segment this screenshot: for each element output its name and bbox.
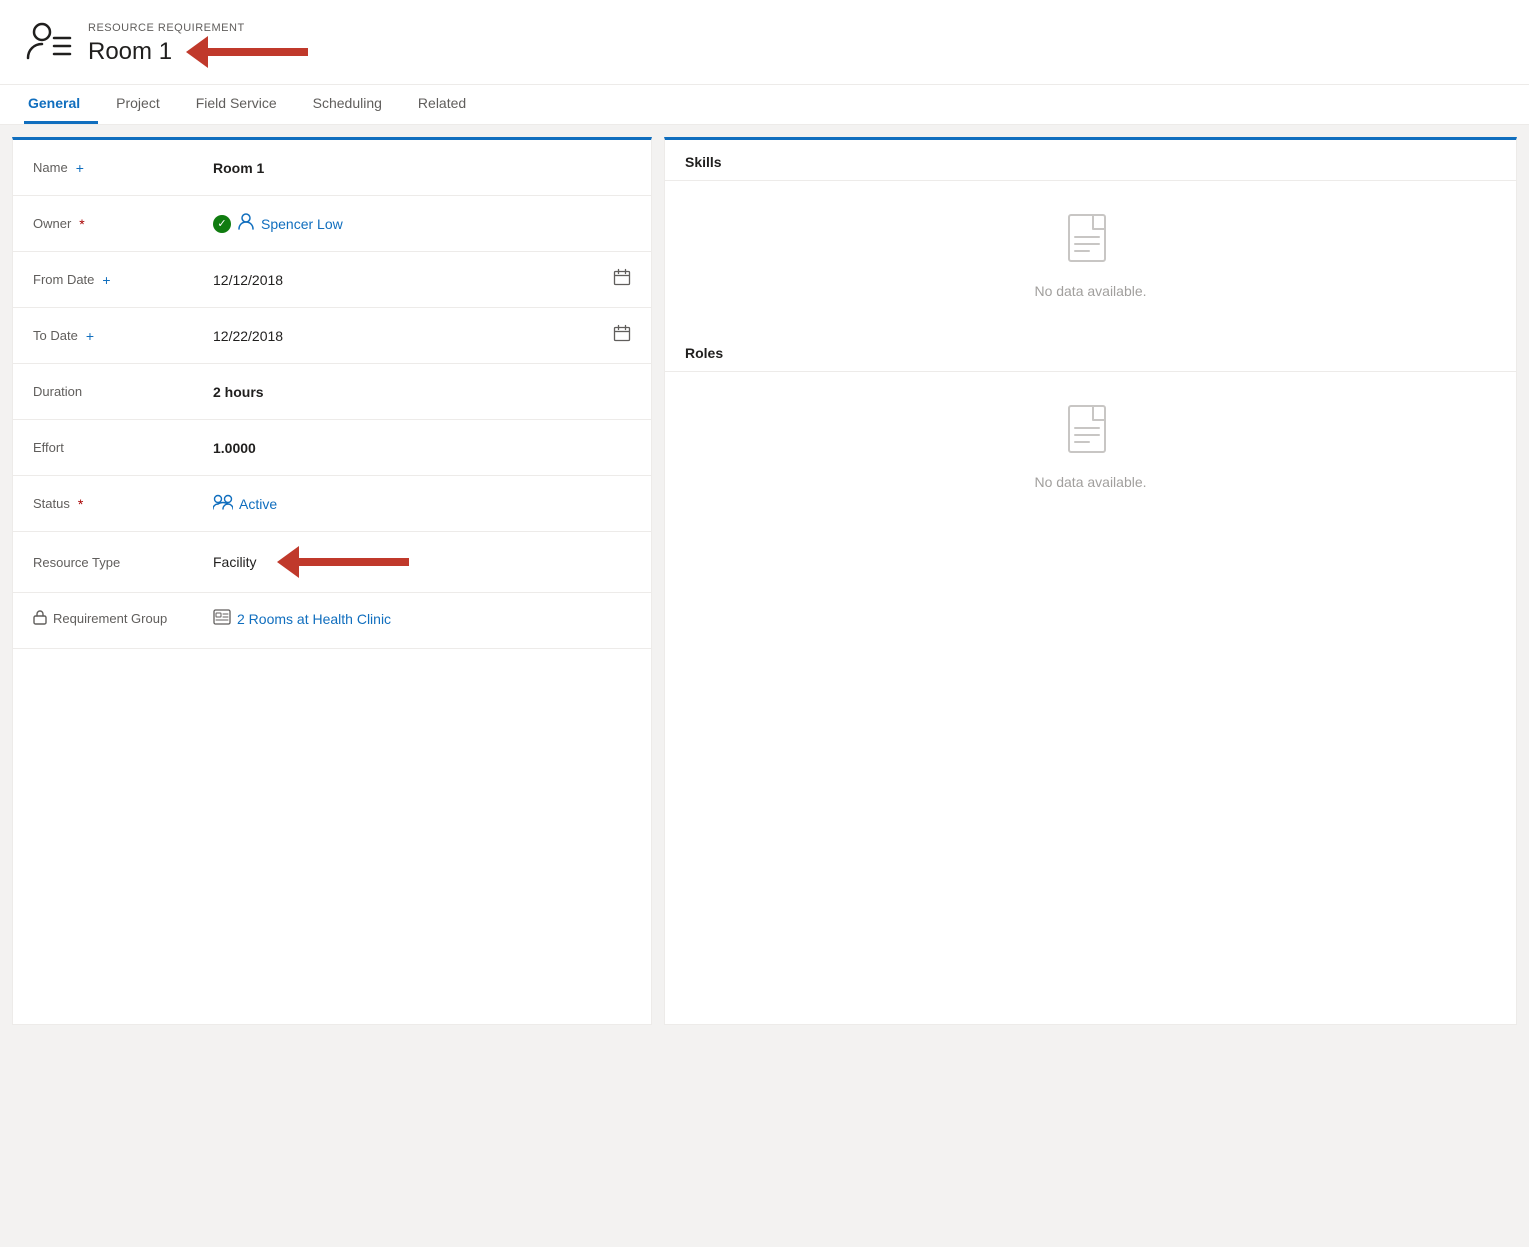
effort-value[interactable]: 1.0000 — [213, 440, 631, 456]
from-date-label: From Date + — [33, 272, 213, 288]
requirement-group-icon — [213, 609, 231, 628]
owner-value[interactable]: ✓ Spencer Low — [213, 212, 631, 235]
to-date-required-indicator: + — [86, 328, 94, 344]
entity-icon — [24, 18, 72, 72]
to-date-field-row: To Date + 12/22/2018 — [13, 308, 651, 364]
owner-label: Owner * — [33, 216, 213, 232]
from-date-required-indicator: + — [102, 272, 110, 288]
resource-type-field-row: Resource Type Facility — [13, 532, 651, 593]
owner-check-icon: ✓ — [213, 215, 231, 233]
tab-field-service[interactable]: Field Service — [192, 85, 295, 124]
effort-field-row: Effort 1.0000 — [13, 420, 651, 476]
status-group-icon — [213, 492, 233, 515]
arrow-head-left — [186, 36, 208, 68]
resource-type-arrow — [277, 546, 409, 578]
status-value[interactable]: Active — [213, 492, 631, 515]
skills-roles-panel: Skills No data available. Roles — [664, 137, 1517, 1025]
from-date-value[interactable]: 12/12/2018 — [213, 268, 631, 291]
duration-label: Duration — [33, 384, 213, 399]
resource-type-value[interactable]: Facility — [213, 546, 631, 578]
skills-section-header: Skills — [665, 140, 1516, 181]
arrow-point — [277, 546, 299, 578]
tab-navigation: General Project Field Service Scheduling… — [0, 85, 1529, 125]
skills-no-data-text: No data available. — [1034, 283, 1146, 299]
from-date-calendar-icon[interactable] — [613, 268, 631, 291]
to-date-calendar-icon[interactable] — [613, 324, 631, 347]
tab-general[interactable]: General — [24, 85, 98, 124]
form-panel: Name + Room 1 Owner * ✓ Spencer Low — [12, 137, 652, 1025]
status-label: Status * — [33, 496, 213, 512]
roles-doc-icon — [1065, 404, 1117, 464]
roles-no-data-text: No data available. — [1034, 474, 1146, 490]
lock-icon — [33, 609, 47, 628]
owner-required-indicator: * — [79, 216, 84, 232]
owner-field-row: Owner * ✓ Spencer Low — [13, 196, 651, 252]
status-field-row: Status * Active — [13, 476, 651, 532]
tab-related[interactable]: Related — [414, 85, 484, 124]
requirement-group-label: Requirement Group — [33, 609, 213, 628]
main-content: Name + Room 1 Owner * ✓ Spencer Low — [0, 125, 1529, 1025]
title-arrow-annotation — [186, 36, 308, 68]
requirement-group-value[interactable]: 2 Rooms at Health Clinic — [213, 609, 631, 628]
roles-section-header: Roles — [665, 331, 1516, 372]
resource-type-label: Resource Type — [33, 555, 213, 570]
duration-field-row: Duration 2 hours — [13, 364, 651, 420]
entity-type-label: RESOURCE REQUIREMENT — [88, 22, 308, 34]
effort-label: Effort — [33, 440, 213, 455]
name-field-row: Name + Room 1 — [13, 140, 651, 196]
name-required-indicator: + — [76, 160, 84, 176]
to-date-value[interactable]: 12/22/2018 — [213, 324, 631, 347]
requirement-group-field-row: Requirement Group 2 Rooms at Health Clin… — [13, 593, 651, 649]
skills-doc-icon — [1065, 213, 1117, 273]
tab-project[interactable]: Project — [112, 85, 178, 124]
name-label: Name + — [33, 160, 213, 176]
skills-no-data-section: No data available. — [665, 181, 1516, 331]
header-text-block: RESOURCE REQUIREMENT Room 1 — [88, 22, 308, 68]
from-date-field-row: From Date + 12/12/2018 — [13, 252, 651, 308]
tab-scheduling[interactable]: Scheduling — [309, 85, 400, 124]
page-title: Room 1 — [88, 38, 172, 66]
owner-person-icon — [237, 212, 255, 235]
to-date-label: To Date + — [33, 328, 213, 344]
duration-value[interactable]: 2 hours — [213, 384, 631, 400]
roles-no-data-section: No data available. — [665, 372, 1516, 522]
name-value[interactable]: Room 1 — [213, 160, 631, 176]
arrow-tail — [299, 558, 409, 566]
arrow-body — [208, 48, 308, 56]
page-header: RESOURCE REQUIREMENT Room 1 — [0, 0, 1529, 85]
status-required-indicator: * — [78, 496, 83, 512]
